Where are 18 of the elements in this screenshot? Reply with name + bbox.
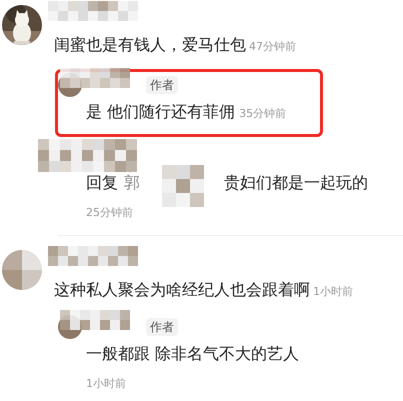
comment-text: 这种私人聚会为啥经纪人也会跟着啊 bbox=[54, 279, 310, 301]
mosaic-blur bbox=[60, 310, 130, 330]
reply-target-name: 郭 bbox=[124, 172, 140, 194]
author-badge: 作者 bbox=[146, 76, 178, 94]
timestamp: 47分钟前 bbox=[249, 39, 296, 55]
reply-text: 是 他们随行还有菲佣 bbox=[86, 101, 236, 123]
reply-text: 一般都跟 除非名气不大的艺人 bbox=[86, 343, 300, 365]
author-badge: 作者 bbox=[146, 318, 178, 336]
reply-text: 贵妇们都是一起玩的 bbox=[224, 172, 368, 194]
timestamp: 25分钟前 bbox=[86, 206, 133, 219]
timestamp: 1小时前 bbox=[313, 284, 353, 300]
comment-text: 闺蜜也是有钱人，爱马仕包 bbox=[54, 34, 246, 56]
reply-prefix: 回复 bbox=[86, 172, 118, 194]
mosaic-blur bbox=[162, 165, 204, 207]
timestamp: 1小时前 bbox=[86, 377, 126, 390]
timestamp: 35分钟前 bbox=[239, 106, 286, 122]
blurred-avatar bbox=[2, 250, 42, 290]
mosaic-blur bbox=[60, 68, 130, 88]
